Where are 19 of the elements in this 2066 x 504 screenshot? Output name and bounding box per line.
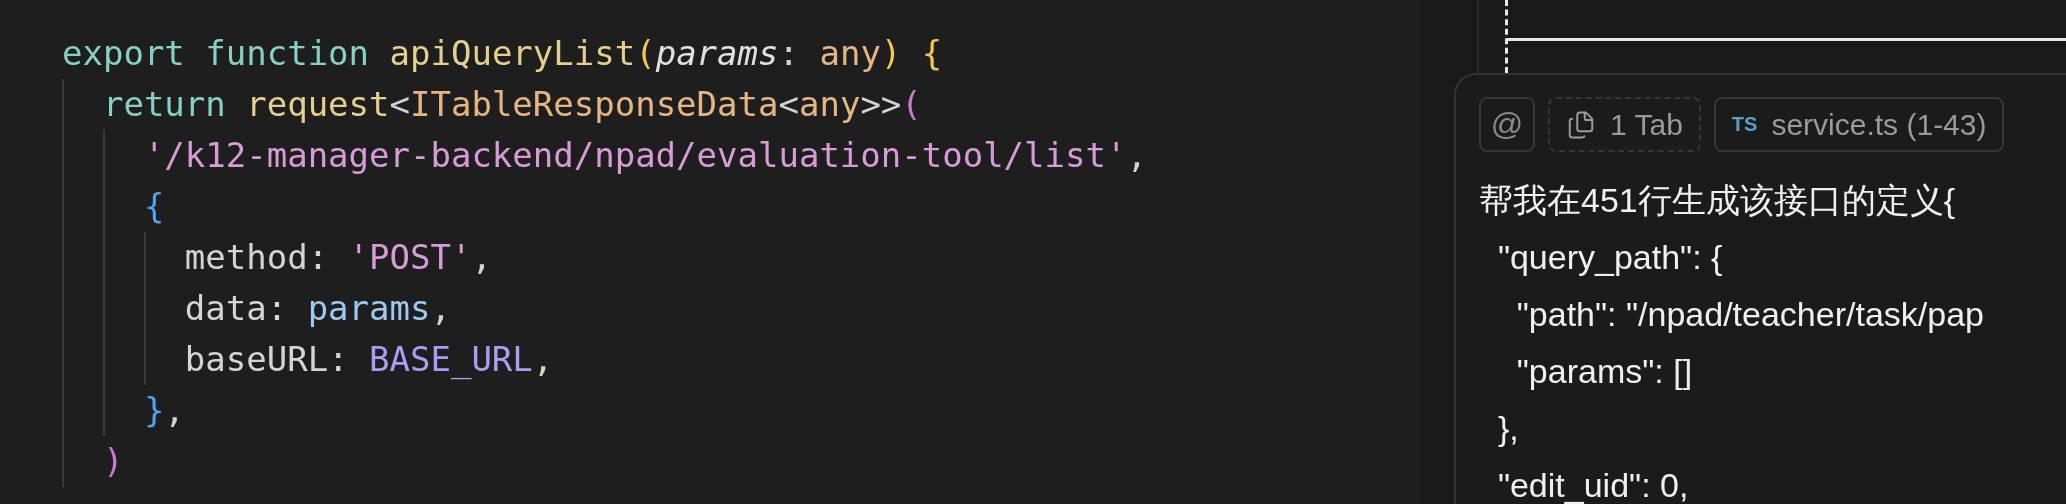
prompt-line: },	[1496, 408, 1519, 449]
code-line: {	[0, 181, 165, 232]
code-line: data: params,	[0, 283, 451, 334]
mention-button[interactable]: @	[1479, 97, 1535, 152]
code-line: '/k12-manager-backend/npad/evaluation-tool/list',	[0, 130, 1147, 181]
prompt-line: "path": "/npad/teacher/task/pap	[1515, 294, 1984, 335]
code-line: export function apiQueryList(params: any) {	[61, 32, 943, 75]
code-line: )	[0, 436, 124, 487]
code-line: baseURL: BASE_URL,	[0, 334, 554, 385]
code-line: return request<ITableResponseData<any>>(	[0, 79, 922, 130]
context-chip[interactable]: 1 Tab	[1548, 97, 1701, 152]
code-line: },	[0, 385, 185, 436]
prompt-line: "params": []	[1515, 351, 1693, 392]
prompt-line: 帮我在451行生成该接口的定义{	[1479, 180, 1956, 221]
context-chip[interactable]: TS service.ts (1-43)	[1713, 97, 2005, 152]
code-line: method: 'POST',	[0, 232, 492, 283]
files-icon	[1566, 109, 1596, 140]
prompt-line: "edit_uid": 0,	[1496, 465, 1689, 504]
prompt-line: "query_path": {	[1496, 237, 1723, 278]
